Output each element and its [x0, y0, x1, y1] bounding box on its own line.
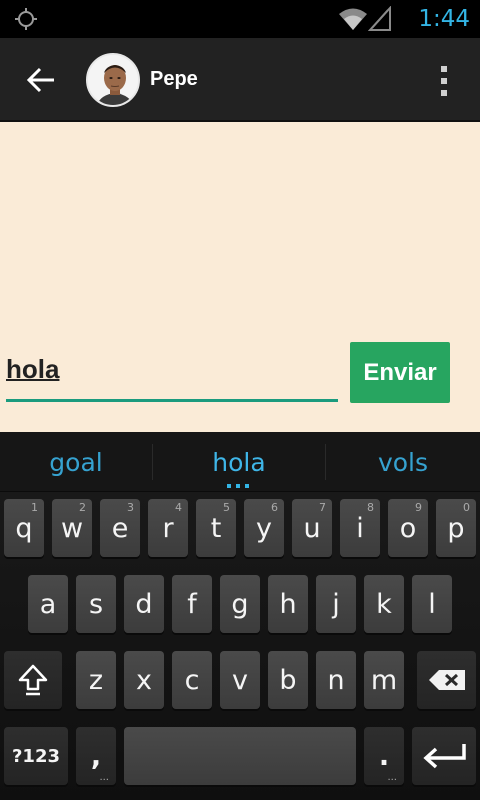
key-o[interactable]: o9	[388, 499, 428, 557]
key-more-hint: ...	[387, 772, 397, 783]
key-label: s	[88, 588, 104, 620]
key-label: q	[15, 512, 33, 544]
more-vertical-icon[interactable]	[432, 62, 456, 100]
arrow-left-icon[interactable]	[22, 62, 60, 98]
shift-icon	[18, 664, 48, 696]
key-label: m	[370, 664, 398, 696]
key-x[interactable]: x	[124, 651, 164, 709]
chat-area: hola Enviar	[0, 122, 480, 432]
signal-icon	[368, 6, 391, 31]
contact-photo	[88, 55, 138, 105]
key-label: y	[256, 512, 272, 544]
message-input-text: hola	[6, 354, 60, 384]
key-q[interactable]: q1	[4, 499, 44, 557]
key-hint: 0	[463, 501, 470, 514]
key-label: h	[279, 588, 297, 620]
backspace-icon	[428, 670, 465, 690]
key-t[interactable]: t5	[196, 499, 236, 557]
key-w[interactable]: w2	[52, 499, 92, 557]
suggestion-item-selected[interactable]: hola	[153, 432, 325, 492]
suggestion-item[interactable]: goal	[0, 432, 152, 492]
key-label: l	[428, 588, 436, 620]
key-label: g	[231, 588, 249, 620]
key-label: e	[111, 512, 129, 544]
key-label: u	[303, 512, 321, 544]
key-c[interactable]: c	[172, 651, 212, 709]
key-p[interactable]: p0	[436, 499, 476, 557]
key-label: f	[187, 588, 197, 620]
action-bar: Pepe	[0, 38, 480, 122]
key-hint: 6	[271, 501, 278, 514]
key-r[interactable]: r4	[148, 499, 188, 557]
key-label: t	[210, 512, 222, 544]
key-d[interactable]: d	[124, 575, 164, 633]
key-v[interactable]: v	[220, 651, 260, 709]
key-hint: 2	[79, 501, 86, 514]
space-key[interactable]	[124, 727, 356, 785]
key-u[interactable]: u7	[292, 499, 332, 557]
enter-icon	[423, 744, 466, 769]
key-n[interactable]: n	[316, 651, 356, 709]
key-j[interactable]: j	[316, 575, 356, 633]
send-button[interactable]: Enviar	[350, 342, 450, 403]
suggestion-strip: goal hola vols	[0, 432, 480, 492]
key-hint: 3	[127, 501, 134, 514]
key-hint: 7	[319, 501, 326, 514]
soft-keyboard: goal hola vols ?123 , ... . ... q 1 w 2 …	[0, 432, 480, 800]
key-label: i	[356, 512, 364, 544]
key-g[interactable]: g	[220, 575, 260, 633]
key-i[interactable]: i8	[340, 499, 380, 557]
key-hint: 9	[415, 501, 422, 514]
avatar[interactable]	[86, 53, 140, 107]
more-suggestions-icon	[227, 484, 249, 488]
wifi-icon	[339, 8, 367, 30]
key-a[interactable]: a	[28, 575, 68, 633]
key-label: x	[136, 664, 152, 696]
message-input[interactable]: hola	[6, 348, 338, 402]
key-label: j	[332, 588, 340, 620]
comma-key[interactable]: , ...	[76, 727, 116, 785]
key-label: c	[184, 664, 200, 696]
key-hint: 8	[367, 501, 374, 514]
clock: 1:44	[418, 6, 470, 32]
backspace-key[interactable]	[417, 651, 476, 709]
key-label: a	[39, 588, 57, 620]
key-y[interactable]: y6	[244, 499, 284, 557]
key-label: w	[60, 512, 84, 544]
key-label: z	[88, 664, 104, 696]
key-more-hint: ...	[99, 772, 109, 783]
gps-icon	[15, 8, 37, 30]
key-m[interactable]: m	[364, 651, 404, 709]
key-label: v	[232, 664, 248, 696]
status-bar: 1:44	[0, 0, 480, 38]
key-label: k	[376, 588, 392, 620]
suggestion-item[interactable]: vols	[326, 432, 480, 492]
key-hint: 5	[223, 501, 230, 514]
key-k[interactable]: k	[364, 575, 404, 633]
key-label: p	[447, 512, 465, 544]
contact-name[interactable]: Pepe	[150, 68, 198, 91]
key-z[interactable]: z	[76, 651, 116, 709]
shift-key[interactable]	[4, 651, 62, 709]
period-key[interactable]: . ...	[364, 727, 404, 785]
key-label: o	[399, 512, 417, 544]
key-label: r	[162, 512, 174, 544]
key-f[interactable]: f	[172, 575, 212, 633]
key-h[interactable]: h	[268, 575, 308, 633]
key-label: n	[327, 664, 345, 696]
key-s[interactable]: s	[76, 575, 116, 633]
key-hint: 1	[31, 501, 38, 514]
key-l[interactable]: l	[412, 575, 452, 633]
key-label: b	[279, 664, 297, 696]
symbols-key[interactable]: ?123	[4, 727, 68, 785]
enter-key[interactable]	[412, 727, 476, 785]
key-b[interactable]: b	[268, 651, 308, 709]
period-label: .	[378, 740, 390, 772]
key-hint: 4	[175, 501, 182, 514]
key-label: d	[135, 588, 153, 620]
comma-label: ,	[90, 740, 102, 772]
key-e[interactable]: e3	[100, 499, 140, 557]
